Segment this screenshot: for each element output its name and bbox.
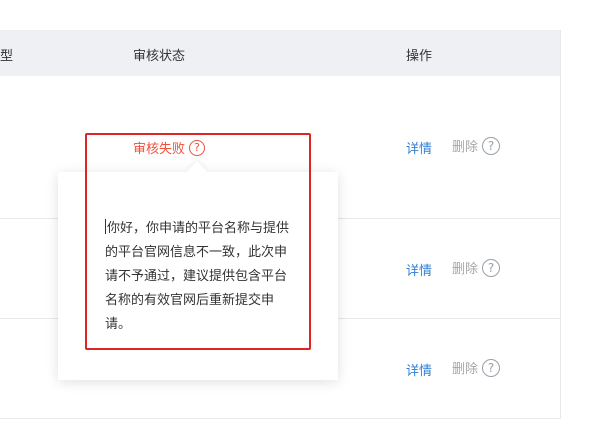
delete-action-row-3: 删除 ?: [452, 358, 501, 377]
delete-action-row-2: 删除 ?: [452, 258, 501, 277]
header-actions: 操作: [406, 49, 433, 64]
detail-link-row-3[interactable]: 详情: [406, 360, 432, 379]
detail-link-row-2[interactable]: 详情: [406, 260, 432, 279]
question-circle-icon[interactable]: ?: [482, 358, 501, 377]
annotation-highlight-box: [85, 133, 311, 350]
table-header: 型 审核状态 操作: [0, 30, 560, 76]
delete-label: 删除: [452, 262, 479, 277]
header-type: 型: [0, 49, 14, 64]
question-circle-icon[interactable]: ?: [482, 258, 501, 277]
delete-action-row-1: 删除 ?: [452, 136, 501, 155]
detail-link-row-1[interactable]: 详情: [406, 138, 432, 157]
delete-label: 删除: [452, 140, 479, 155]
question-circle-icon[interactable]: ?: [482, 136, 501, 155]
delete-label: 删除: [452, 362, 479, 377]
header-review-status: 审核状态: [133, 49, 186, 64]
